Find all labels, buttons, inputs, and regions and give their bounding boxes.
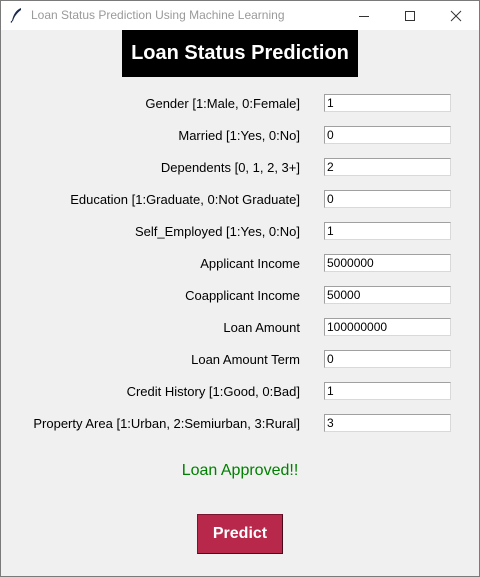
self-employed-input[interactable] — [324, 222, 451, 240]
prediction-result: Loan Approved!! — [181, 462, 299, 479]
self-employed-label: Self_Employed [1:Yes, 0:No] — [134, 224, 300, 239]
feather-icon — [10, 7, 24, 23]
married-label: Married [1:Yes, 0:No] — [178, 128, 300, 143]
loan-amount-input[interactable] — [324, 318, 451, 336]
credit-history-label: Credit History [1:Good, 0:Bad] — [126, 384, 300, 399]
applicant-income-label: Applicant Income — [200, 256, 300, 271]
maximize-button[interactable] — [387, 1, 433, 30]
coapplicant-income-label: Coapplicant Income — [185, 288, 300, 303]
close-icon — [450, 10, 462, 21]
dependents-label: Dependents [0, 1, 2, 3+] — [160, 160, 300, 175]
coapplicant-income-input[interactable] — [324, 286, 451, 304]
window-title: Loan Status Prediction Using Machine Lea… — [31, 8, 285, 22]
maximize-icon — [405, 10, 415, 21]
close-button[interactable] — [433, 1, 479, 30]
property-area-input[interactable] — [324, 414, 451, 432]
education-input[interactable] — [324, 190, 451, 208]
title-bar: Loan Status Prediction Using Machine Lea… — [1, 1, 479, 30]
credit-history-input[interactable] — [324, 382, 451, 400]
predict-button[interactable]: Predict — [197, 514, 283, 554]
page-title: Loan Status Prediction — [122, 30, 358, 77]
loan-amount-label: Loan Amount — [223, 320, 300, 335]
education-label: Education [1:Graduate, 0:Not Graduate] — [70, 192, 300, 207]
dependents-input[interactable] — [324, 158, 451, 176]
applicant-income-input[interactable] — [324, 254, 451, 272]
property-area-label: Property Area [1:Urban, 2:Semiurban, 3:R… — [33, 416, 300, 431]
minimize-icon — [359, 15, 369, 17]
married-input[interactable] — [324, 126, 451, 144]
gender-label: Gender [1:Male, 0:Female] — [145, 96, 300, 111]
gender-input[interactable] — [324, 94, 451, 112]
minimize-button[interactable] — [341, 1, 387, 30]
loan-amount-term-input[interactable] — [324, 350, 451, 368]
app-window: Loan Status Prediction Using Machine Lea… — [0, 0, 480, 577]
loan-amount-term-label: Loan Amount Term — [191, 352, 300, 367]
